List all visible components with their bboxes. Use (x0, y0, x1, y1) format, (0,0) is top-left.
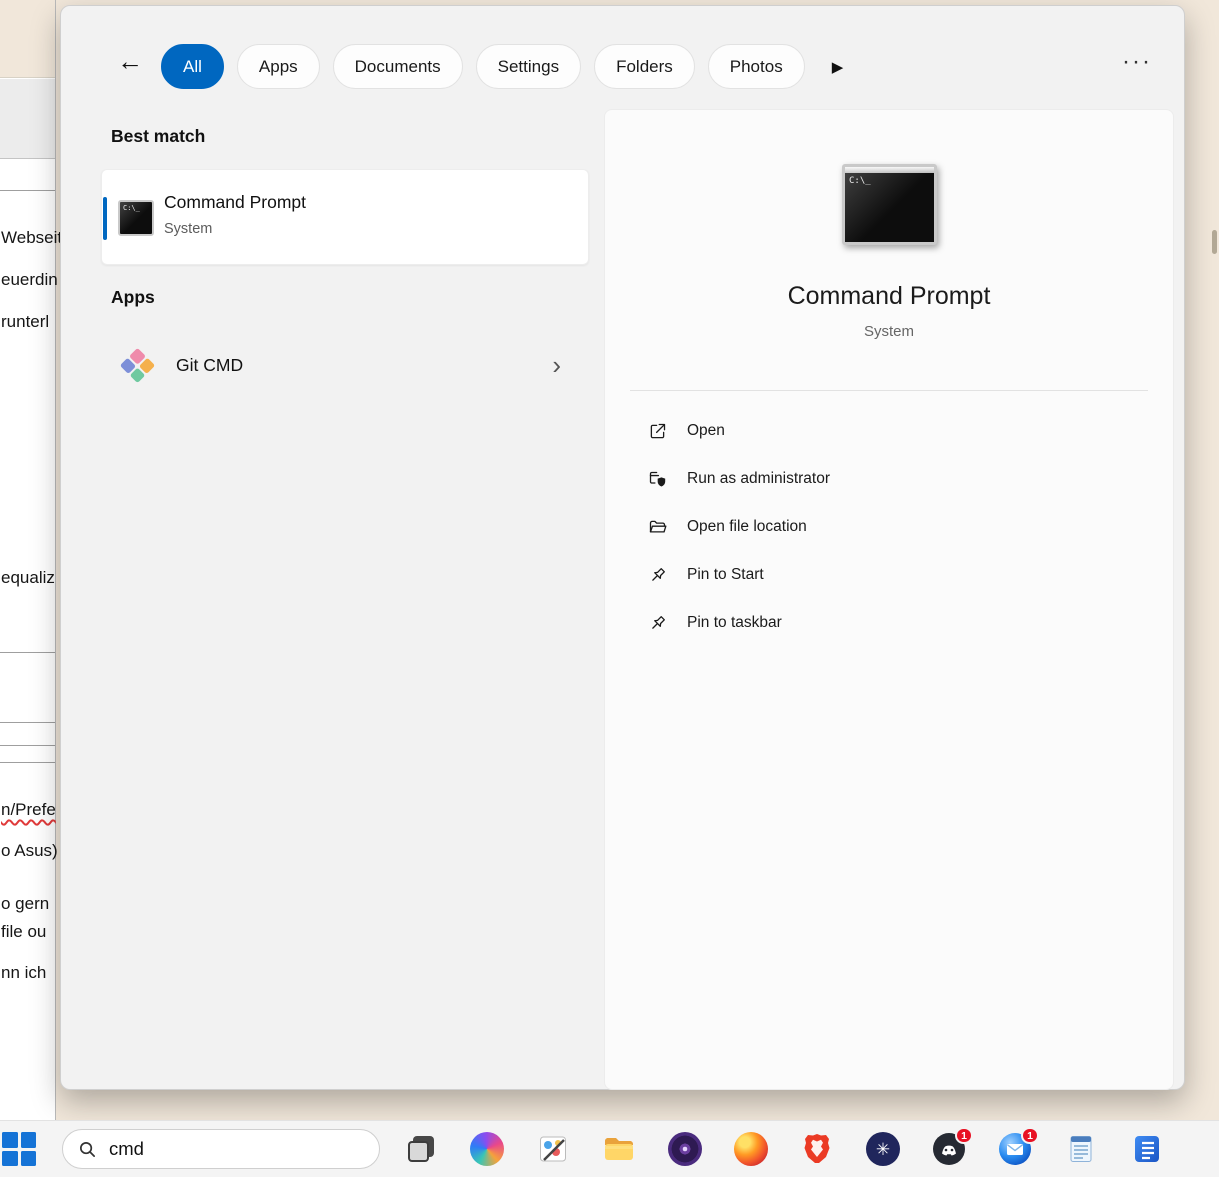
action-pin-to-start[interactable]: Pin to Start (605, 551, 1173, 599)
filter-tab-apps[interactable]: Apps (237, 44, 320, 89)
file-explorer-icon[interactable] (602, 1132, 636, 1166)
document-divider (0, 722, 55, 723)
copilot-icon[interactable] (470, 1132, 504, 1166)
back-arrow-icon: ← (117, 46, 143, 76)
action-open[interactable]: Open (605, 407, 1173, 455)
app-result-git-cmd[interactable]: Git CMD › (101, 329, 589, 401)
notification-badge: 1 (1021, 1127, 1039, 1144)
preview-actions: Open Run as administrator Open file loca… (605, 407, 1173, 647)
command-prompt-icon-text: C:\_ (849, 177, 871, 186)
action-label: Open file location (687, 518, 807, 536)
document-divider (0, 745, 55, 746)
search-icon (78, 1140, 97, 1159)
brave-shield-glyph (800, 1132, 834, 1166)
pin-icon (647, 613, 668, 634)
document-text-fragment: o gern (1, 894, 49, 914)
taskbar: 1 1 (0, 1120, 1219, 1177)
documents-app-icon[interactable] (1130, 1132, 1164, 1166)
action-label: Open (687, 422, 725, 440)
command-prompt-icon: C:\_ (118, 200, 154, 236)
filter-tab-settings[interactable]: Settings (476, 44, 581, 89)
document-text-fragment: Webseit (1, 228, 62, 248)
start-tile (2, 1151, 18, 1167)
document-text-fragment-misspelled: n/Prefe (1, 800, 56, 820)
document-margin-block (0, 0, 55, 78)
more-filters-icon[interactable]: ▶ (832, 58, 844, 76)
search-filter-tabs: All Apps Documents Settings Folders Phot… (161, 44, 843, 89)
document-text-fragment: file ou (1, 922, 46, 942)
filter-tab-photos[interactable]: Photos (708, 44, 805, 89)
folder-icon (647, 517, 668, 538)
action-label: Pin to Start (687, 566, 764, 584)
discord-icon[interactable]: 1 (932, 1132, 966, 1166)
start-tile (2, 1132, 18, 1148)
paint-icon[interactable] (536, 1132, 570, 1166)
search-input[interactable] (109, 1138, 329, 1160)
start-tile (21, 1151, 37, 1167)
filter-tab-folders[interactable]: Folders (594, 44, 695, 89)
task-view-icon[interactable] (404, 1132, 438, 1166)
document-text-fragment: runterl (1, 312, 49, 332)
notepad-icon[interactable] (1064, 1132, 1098, 1166)
document-divider (0, 190, 55, 191)
background-document: Webseit euerdin runterl equaliz n/Prefe … (0, 0, 56, 1120)
more-options-button[interactable]: ··· (1122, 50, 1152, 74)
mail-icon[interactable]: 1 (998, 1132, 1032, 1166)
document-text-fragment: euerdin (1, 270, 58, 290)
asterisk-app-icon[interactable] (866, 1132, 900, 1166)
selection-accent-bar (103, 197, 107, 240)
command-prompt-icon-large: C:\_ (842, 164, 937, 245)
document-text-fragment: equaliz (1, 568, 55, 588)
documents-glyph (1130, 1132, 1164, 1166)
command-prompt-icon-text: C:\_ (123, 205, 140, 212)
back-button[interactable]: ← (117, 48, 143, 74)
pin-icon (647, 565, 668, 586)
taskbar-app-icons: 1 1 (404, 1132, 1164, 1166)
result-subtitle: System (164, 221, 212, 237)
best-match-heading: Best match (111, 126, 205, 147)
document-text-fragment: o Asus) (1, 841, 58, 861)
apps-heading: Apps (111, 287, 155, 308)
paint-glyph (536, 1132, 570, 1166)
best-match-result[interactable]: C:\_ Command Prompt System (101, 169, 589, 265)
preview-pane: C:\_ Command Prompt System Open Run as a… (604, 109, 1174, 1090)
scrollbar-thumb[interactable] (1212, 230, 1217, 254)
action-open-file-location[interactable]: Open file location (605, 503, 1173, 551)
document-divider (0, 762, 55, 763)
action-label: Pin to taskbar (687, 614, 782, 632)
git-cmd-icon (120, 347, 155, 382)
result-title: Command Prompt (164, 192, 306, 213)
filter-tab-all[interactable]: All (161, 44, 224, 89)
preview-subtitle: System (605, 323, 1173, 340)
document-divider (0, 652, 55, 653)
windows-start-icon[interactable] (2, 1132, 36, 1166)
action-label: Run as administrator (687, 470, 830, 488)
start-tile (21, 1132, 37, 1148)
preview-divider (630, 390, 1148, 391)
folder-glyph (602, 1132, 636, 1166)
open-external-icon (647, 421, 668, 442)
firefox-icon[interactable] (734, 1132, 768, 1166)
action-run-as-administrator[interactable]: Run as administrator (605, 455, 1173, 503)
document-text-fragment: nn ich (1, 963, 46, 983)
admin-shield-icon (647, 469, 668, 490)
document-toolbar-block (0, 79, 55, 159)
chevron-right-icon[interactable]: › (552, 352, 561, 378)
action-pin-to-taskbar[interactable]: Pin to taskbar (605, 599, 1173, 647)
notepad-glyph (1064, 1132, 1098, 1166)
preview-title: Command Prompt (605, 282, 1173, 311)
task-view-front-square (408, 1141, 429, 1162)
taskbar-search-box[interactable] (62, 1129, 380, 1169)
search-flyout: ← All Apps Documents Settings Folders Ph… (60, 5, 1185, 1090)
media-disc-app-icon[interactable] (668, 1132, 702, 1166)
brave-icon[interactable] (800, 1132, 834, 1166)
notification-badge: 1 (955, 1127, 973, 1144)
app-result-label: Git CMD (176, 355, 243, 376)
filter-tab-documents[interactable]: Documents (333, 44, 463, 89)
